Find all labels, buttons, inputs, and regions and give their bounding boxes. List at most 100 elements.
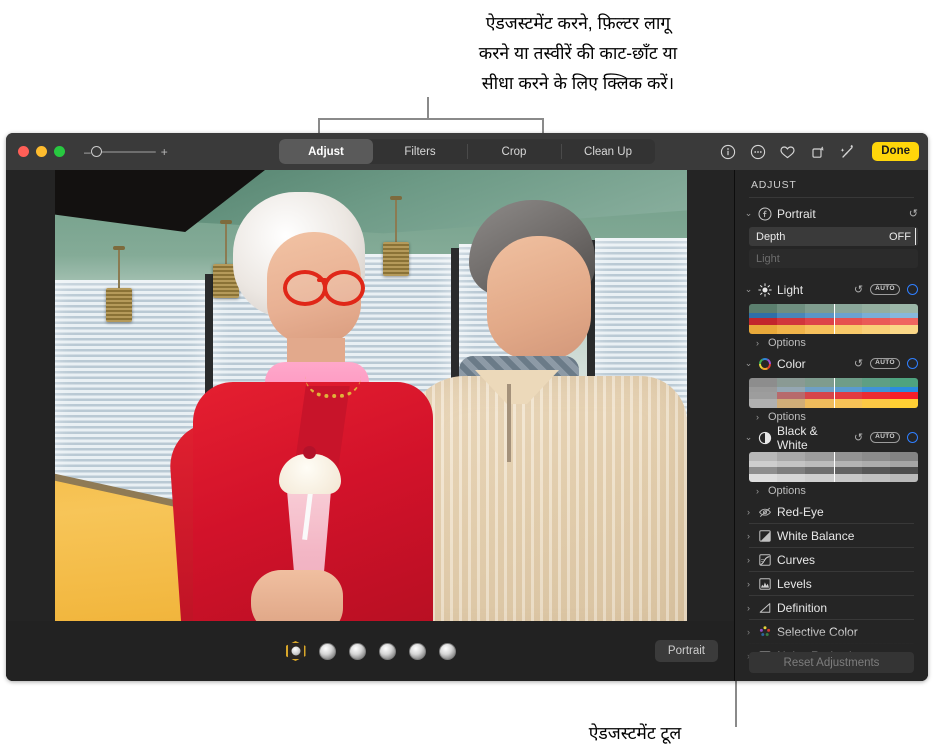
reset-adjustments-button[interactable]: Reset Adjustments <box>749 652 914 673</box>
sidebar-item-selective-color[interactable]: › Selective Color <box>735 620 928 643</box>
black-white-options[interactable]: › Options <box>735 482 928 500</box>
screenshot-root: ऐडजस्टमेंट करने, फ़िल्टर लागू करने या तस… <box>0 0 934 753</box>
close-button[interactable] <box>18 146 29 157</box>
toggle-black-white[interactable] <box>907 432 918 443</box>
auto-button-light[interactable]: AUTO <box>870 283 900 296</box>
white-balance-icon <box>758 529 772 543</box>
curves-icon <box>758 553 772 567</box>
levels-icon <box>758 577 772 591</box>
revert-icon[interactable]: ↺ <box>909 207 918 220</box>
sidebar-label-light: Light <box>777 282 804 297</box>
sidebar-item-white-balance[interactable]: › White Balance <box>735 524 928 547</box>
thumbnail-portrait-selected[interactable] <box>285 641 306 661</box>
sidebar-item-levels[interactable]: › Levels <box>735 572 928 595</box>
sidebar-label-selective-color: Selective Color <box>777 624 858 639</box>
zoom-in-icon[interactable]: + <box>161 146 168 158</box>
sidebar-section-black-white[interactable]: ⌄ Black & White ↺ AUTO <box>735 424 928 452</box>
chevron-right-icon[interactable]: › <box>744 579 753 589</box>
pendant-cap <box>390 196 402 200</box>
light-filmstrip[interactable] <box>749 304 918 334</box>
sidebar-section-light[interactable]: ⌄ Light ↺ AUTO <box>735 278 928 301</box>
sidebar-item-curves[interactable]: › Curves <box>735 548 928 571</box>
photo-canvas[interactable] <box>6 170 735 681</box>
thumbnail-option[interactable] <box>408 642 426 660</box>
filmstrip-frame <box>889 378 918 408</box>
titlebar-tools: Done <box>719 139 919 164</box>
light-options[interactable]: › Options <box>735 334 928 352</box>
toggle-color[interactable] <box>907 358 918 369</box>
revert-icon[interactable]: ↺ <box>854 431 863 444</box>
callout-bottom-stem <box>735 690 737 727</box>
chevron-right-icon[interactable]: › <box>753 412 762 422</box>
photo-image[interactable] <box>55 170 687 644</box>
auto-button-black-white[interactable]: AUTO <box>870 431 900 444</box>
toggle-light[interactable] <box>907 284 918 295</box>
tab-clean-up[interactable]: Clean Up <box>561 139 655 164</box>
zoom-out-icon[interactable]: – <box>84 146 91 158</box>
portrait-depth-row[interactable]: Depth OFF <box>749 227 918 246</box>
sidebar-section-color[interactable]: ⌄ Color ↺ AUTO <box>735 352 928 375</box>
divider <box>749 197 914 198</box>
chevron-right-icon[interactable]: › <box>744 555 753 565</box>
thumbnail-option[interactable] <box>438 642 456 660</box>
woman-eyeglasses <box>283 270 327 306</box>
chevron-down-icon[interactable]: ⌄ <box>744 358 753 369</box>
tab-crop[interactable]: Crop <box>467 139 561 164</box>
portrait-light-row[interactable]: Light <box>749 249 918 268</box>
black-white-filmstrip[interactable] <box>749 452 918 482</box>
favorite-heart-icon[interactable] <box>779 143 796 160</box>
zoom-slider-track[interactable] <box>90 145 156 157</box>
done-button[interactable]: Done <box>872 141 919 162</box>
zoom-button[interactable] <box>54 146 65 157</box>
filmstrip-frame <box>889 304 918 334</box>
chevron-right-icon[interactable]: › <box>744 627 753 637</box>
tab-adjust[interactable]: Adjust <box>279 139 373 164</box>
auto-button-color[interactable]: AUTO <box>870 357 900 370</box>
chevron-right-icon[interactable]: › <box>744 531 753 541</box>
sidebar-section-portrait[interactable]: ⌄ Portrait ↺ <box>735 202 928 225</box>
man-sweater-texture <box>405 376 687 644</box>
zoom-slider-knob[interactable] <box>90 145 102 157</box>
rotate-icon[interactable] <box>809 143 826 160</box>
thumbnail-option[interactable] <box>348 642 366 660</box>
sidebar-item-red-eye[interactable]: › Red-Eye <box>735 500 928 523</box>
thumbnail-option[interactable] <box>378 642 396 660</box>
revert-icon[interactable]: ↺ <box>854 357 863 370</box>
sidebar-label-color: Color <box>777 356 806 371</box>
revert-icon[interactable]: ↺ <box>854 283 863 296</box>
more-options-icon[interactable] <box>749 143 766 160</box>
thumbnail-option[interactable] <box>318 642 336 660</box>
filmstrip-frame <box>861 378 890 408</box>
info-icon[interactable] <box>719 143 736 160</box>
depth-label: Depth <box>756 230 786 243</box>
options-label: Options <box>768 337 806 349</box>
chevron-right-icon[interactable]: › <box>744 507 753 517</box>
filmstrip-frame <box>861 304 890 334</box>
portrait-badge[interactable]: Portrait <box>654 640 718 662</box>
zoom-slider[interactable]: – + <box>84 145 168 158</box>
chevron-down-icon[interactable]: ⌄ <box>744 432 753 443</box>
chevron-right-icon[interactable]: › <box>753 338 762 348</box>
f-stop-icon <box>758 207 772 221</box>
filmstrip-playhead[interactable] <box>833 452 836 482</box>
minimize-button[interactable] <box>36 146 47 157</box>
depth-value: OFF <box>889 230 911 243</box>
pendant-cord <box>395 198 397 242</box>
half-circle-icon <box>758 431 772 445</box>
sidebar-item-definition[interactable]: › Definition <box>735 596 928 619</box>
selective-color-icon <box>758 625 772 639</box>
pendant-lamp <box>383 242 409 276</box>
eyeglasses-bridge <box>317 278 327 282</box>
chevron-down-icon[interactable]: ⌄ <box>744 208 753 219</box>
chevron-right-icon[interactable]: › <box>753 486 762 496</box>
eye-slash-icon <box>758 505 772 519</box>
filmstrip-playhead[interactable] <box>833 378 836 408</box>
chevron-down-icon[interactable]: ⌄ <box>744 284 753 295</box>
tab-filters[interactable]: Filters <box>373 139 467 164</box>
cherry <box>303 446 316 459</box>
filmstrip-playhead[interactable] <box>833 304 836 334</box>
auto-enhance-icon[interactable] <box>839 143 856 160</box>
color-filmstrip[interactable] <box>749 378 918 408</box>
sun-icon <box>758 282 772 297</box>
chevron-right-icon[interactable]: › <box>744 603 753 613</box>
